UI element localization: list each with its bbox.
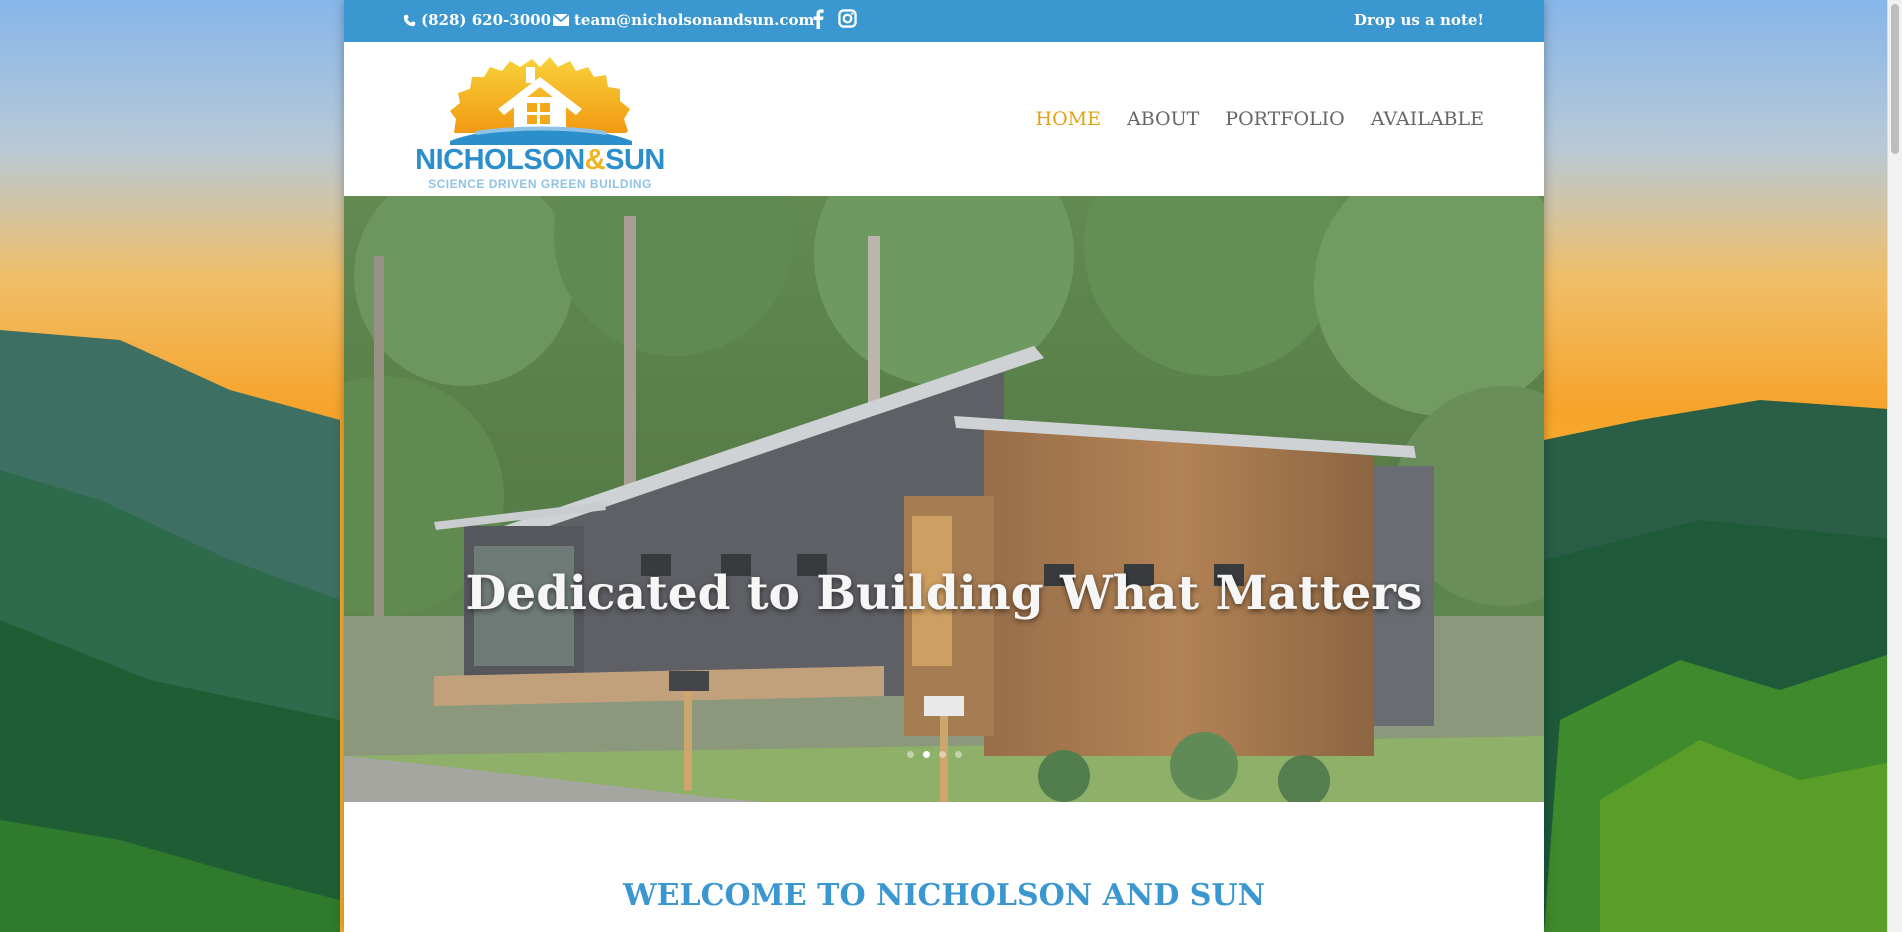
nav-item-home[interactable]: HOME — [1036, 108, 1101, 130]
nav-item-available[interactable]: AVAILABLE — [1371, 108, 1484, 130]
top-bar: (828) 620-3000 team@nicholsonandsun.com … — [344, 0, 1544, 42]
scrollbar[interactable] — [1887, 0, 1902, 932]
logo-tagline: SCIENCE DRIVEN GREEN BUILDING — [428, 177, 652, 191]
logo-word-sun: SUN — [605, 144, 665, 176]
slider-dot-active[interactable] — [923, 751, 930, 758]
logo-wordmark: NICHOLSON&SUN — [406, 144, 674, 177]
drop-note-link[interactable]: Drop us a note! — [1354, 11, 1484, 29]
nav-item-portfolio[interactable]: PORTFOLIO — [1225, 108, 1344, 130]
hero-title: Dedicated to Building What Matters — [465, 566, 1423, 621]
slider-dot[interactable] — [907, 751, 914, 758]
site-logo[interactable]: NICHOLSON&SUN SCIENCE DRIVEN GREEN BUILD… — [406, 49, 674, 191]
envelope-icon — [553, 14, 569, 26]
slider-dot[interactable] — [939, 751, 946, 758]
hero-slider[interactable]: Dedicated to Building What Matters — [344, 196, 1544, 802]
instagram-link[interactable] — [838, 9, 857, 28]
email-address: team@nicholsonandsun.com — [574, 11, 815, 29]
site-header: NICHOLSON&SUN SCIENCE DRIVEN GREEN BUILD… — [344, 42, 1544, 196]
page-container: (828) 620-3000 team@nicholsonandsun.com … — [344, 0, 1544, 932]
instagram-icon — [838, 9, 857, 28]
logo-word-nicholson: NICHOLSON — [415, 144, 585, 176]
scrollbar-thumb[interactable] — [1891, 4, 1899, 154]
nav-item-about[interactable]: ABOUT — [1127, 108, 1199, 130]
phone-icon — [403, 14, 416, 26]
phone-number: (828) 620-3000 — [421, 11, 552, 29]
facebook-link[interactable] — [812, 9, 824, 29]
hero-house-photo — [344, 196, 1544, 802]
logo-ampersand: & — [584, 144, 606, 176]
main-nav: HOME ABOUT PORTFOLIO AVAILABLE — [1036, 108, 1485, 130]
phone-link[interactable]: (828) 620-3000 — [403, 11, 551, 29]
slider-pagination — [907, 751, 962, 758]
email-link[interactable]: team@nicholsonandsun.com — [553, 11, 814, 29]
sawblade-house-icon — [450, 57, 632, 145]
welcome-heading: WELCOME TO NICHOLSON AND SUN — [622, 878, 1266, 913]
slider-dot[interactable] — [955, 751, 962, 758]
facebook-icon — [813, 9, 824, 29]
